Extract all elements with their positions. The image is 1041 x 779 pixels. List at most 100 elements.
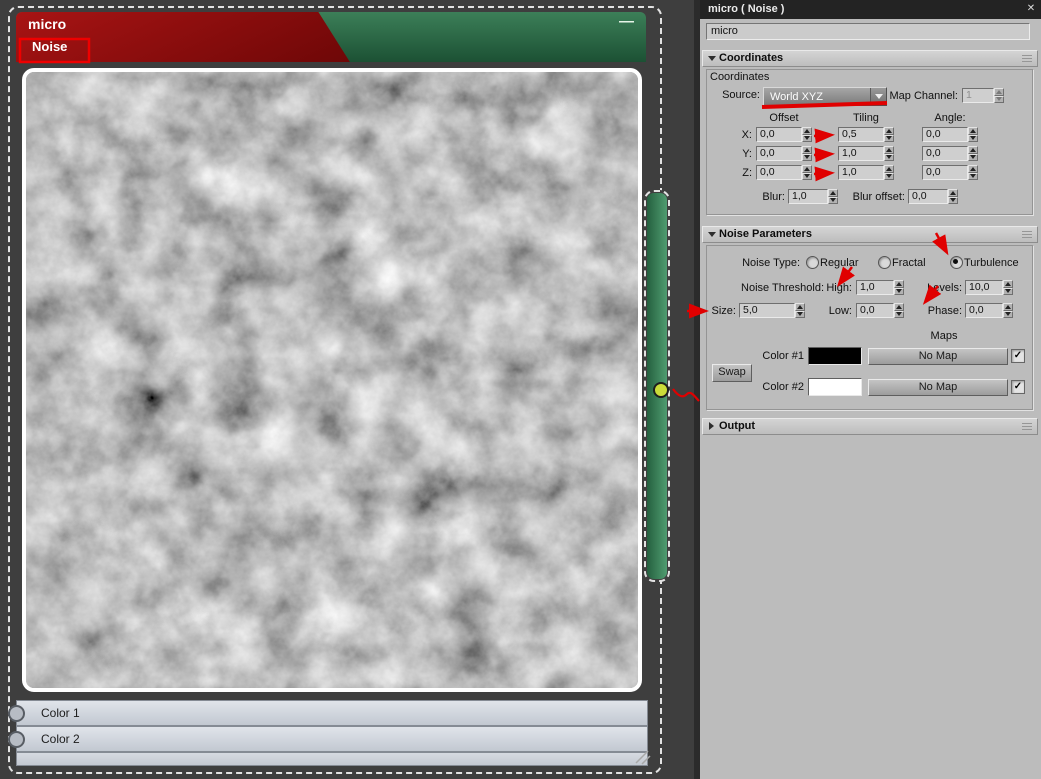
source-label: Source: [722, 89, 760, 101]
spinner-up-icon[interactable] [884, 165, 894, 173]
spinner-down-icon[interactable] [828, 196, 838, 204]
offset-y-spinner[interactable]: 0,0 [756, 146, 812, 161]
spinner-up-icon[interactable] [894, 303, 904, 311]
phase-spinner[interactable]: 0,0 [965, 303, 1013, 318]
radio-turbulence-label[interactable]: Turbulence [964, 257, 1019, 270]
tiling-y-spinner[interactable]: 1,0 [838, 146, 894, 161]
panel-titlebar[interactable]: micro ( Noise ) ✕ [700, 0, 1041, 19]
spinner-down-icon[interactable] [884, 134, 894, 142]
rollout-grip-icon[interactable] [1022, 55, 1032, 63]
spinner-down-icon[interactable] [802, 172, 812, 180]
offset-x-spinner[interactable]: 0,0 [756, 127, 812, 142]
spinner-down-icon[interactable] [894, 287, 904, 295]
rollout-coordinates[interactable]: Coordinates [702, 50, 1038, 67]
rollout-noise-parameters[interactable]: Noise Parameters [702, 226, 1038, 243]
spinner-value: 1,0 [838, 165, 884, 180]
spinner-value: 1,0 [838, 146, 884, 161]
color1-label: Color #1 [762, 350, 804, 362]
minimize-icon[interactable]: — [619, 13, 634, 30]
x-axis-label: X: [741, 129, 752, 141]
angle-y-spinner[interactable]: 0,0 [922, 146, 978, 161]
color2-map-checkbox[interactable]: ✓ [1011, 380, 1025, 394]
spinner-up-icon[interactable] [968, 146, 978, 154]
spinner-up-icon[interactable] [828, 189, 838, 197]
swap-button[interactable]: Swap [712, 364, 752, 382]
slot-label: Color 2 [41, 732, 80, 746]
angle-column-label: Angle: [934, 112, 966, 124]
spinner-up-icon[interactable] [994, 88, 1004, 96]
spinner-up-icon[interactable] [948, 189, 958, 197]
low-spinner[interactable]: 0,0 [856, 303, 904, 318]
spinner-up-icon[interactable] [884, 127, 894, 135]
color2-socket[interactable] [8, 731, 25, 748]
rollout-output[interactable]: Output [702, 418, 1038, 435]
offset-z-spinner[interactable]: 0,0 [756, 165, 812, 180]
high-label: High: [826, 282, 852, 294]
color1-map-checkbox[interactable]: ✓ [1011, 349, 1025, 363]
blur-offset-spinner[interactable]: 0,0 [908, 189, 958, 204]
spinner-down-icon[interactable] [894, 310, 904, 318]
spinner-value: 0,0 [965, 303, 1003, 318]
spinner-down-icon[interactable] [884, 153, 894, 161]
color1-swatch[interactable] [808, 347, 862, 365]
spinner-down-icon[interactable] [884, 172, 894, 180]
radio-regular-label[interactable]: Regular [820, 257, 859, 270]
rollout-closed-icon [709, 422, 714, 430]
radio-fractal[interactable] [878, 256, 891, 269]
color1-map-button[interactable]: No Map [868, 348, 1008, 365]
spinner-up-icon[interactable] [802, 127, 812, 135]
spinner-down-icon[interactable] [948, 196, 958, 204]
color2-swatch[interactable] [808, 378, 862, 396]
spinner-down-icon[interactable] [1003, 287, 1013, 295]
spinner-down-icon[interactable] [968, 172, 978, 180]
color2-map-button[interactable]: No Map [868, 379, 1008, 396]
spinner-up-icon[interactable] [894, 280, 904, 288]
node-slot-color2[interactable]: Color 2 [8, 726, 648, 752]
spinner-up-icon[interactable] [802, 165, 812, 173]
spinner-down-icon[interactable] [1003, 310, 1013, 318]
tiling-z-spinner[interactable]: 1,0 [838, 165, 894, 180]
tiling-x-spinner[interactable]: 0,5 [838, 127, 894, 142]
spinner-up-icon[interactable] [795, 303, 805, 311]
angle-z-spinner[interactable]: 0,0 [922, 165, 978, 180]
spinner-up-icon[interactable] [802, 146, 812, 154]
radio-fractal-label[interactable]: Fractal [892, 257, 926, 270]
spinner-down-icon[interactable] [802, 153, 812, 161]
low-label: Low: [828, 305, 852, 317]
close-icon[interactable]: ✕ [1024, 2, 1038, 16]
rollout-open-icon [708, 232, 716, 237]
spinner-down-icon[interactable] [968, 153, 978, 161]
high-spinner[interactable]: 1,0 [856, 280, 904, 295]
blur-spinner[interactable]: 1,0 [788, 189, 838, 204]
source-dropdown[interactable]: World XYZ [763, 87, 887, 106]
node-slot-color1[interactable]: Color 1 [8, 700, 648, 726]
blur-offset-label: Blur offset: [852, 191, 905, 203]
radio-regular[interactable] [806, 256, 819, 269]
rollout-output-label: Output [719, 420, 756, 432]
radio-turbulence[interactable] [950, 256, 963, 269]
rollout-grip-icon[interactable] [1022, 423, 1032, 431]
rollout-grip-icon[interactable] [1022, 231, 1032, 239]
z-axis-label: Z: [742, 167, 752, 179]
node-output-connector[interactable] [653, 382, 669, 398]
levels-spinner[interactable]: 10,0 [965, 280, 1013, 295]
noise-node[interactable]: micro Noise — Color 1 Color 2 [8, 6, 662, 774]
spinner-up-icon[interactable] [884, 146, 894, 154]
map-channel-spinner[interactable]: 1 [962, 88, 1004, 103]
angle-x-spinner[interactable]: 0,0 [922, 127, 978, 142]
rollout-noise-parameters-label: Noise Parameters [719, 228, 812, 240]
spinner-up-icon[interactable] [1003, 303, 1013, 311]
spinner-down-icon[interactable] [795, 310, 805, 318]
spinner-down-icon[interactable] [968, 134, 978, 142]
spinner-value: 0,0 [756, 146, 802, 161]
spinner-down-icon[interactable] [802, 134, 812, 142]
spinner-up-icon[interactable] [1003, 280, 1013, 288]
map-name-input[interactable]: micro [706, 23, 1030, 40]
maps-label: Maps [930, 330, 958, 342]
node-header[interactable]: micro Noise — [16, 12, 646, 62]
spinner-up-icon[interactable] [968, 127, 978, 135]
spinner-down-icon[interactable] [994, 95, 1004, 103]
color1-socket[interactable] [8, 705, 25, 722]
size-spinner[interactable]: 5,0 [739, 303, 805, 318]
spinner-up-icon[interactable] [968, 165, 978, 173]
